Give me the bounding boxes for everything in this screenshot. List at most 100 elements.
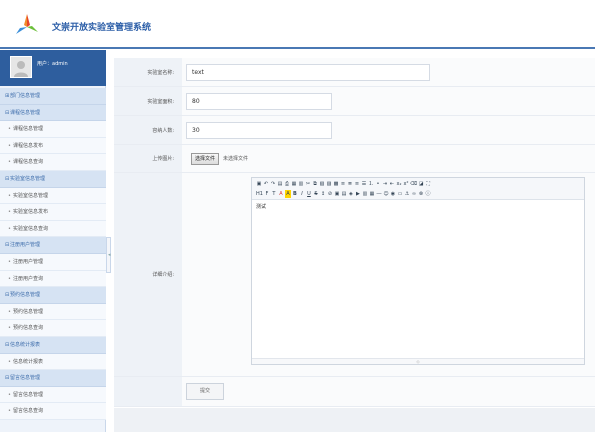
horizontal-rule-icon[interactable]: ― xyxy=(376,190,382,198)
sidebar-item-label: 注册用户管理 xyxy=(13,258,44,265)
unlink-icon[interactable]: ⊗ xyxy=(418,190,424,198)
lab-area-input[interactable]: 80 xyxy=(186,92,332,110)
outdent-icon[interactable]: ⇤ xyxy=(389,180,395,188)
sidebar-section[interactable]: ⊟课程信息管理 xyxy=(0,104,106,122)
editor-toolbar: ▣ ↶ ↷ ▤ ⎙ ▦ ▥ ✂ ⧉ ▧ ▨ ▩ ≡ ≣ ≡ ☰ ⒈ • ⇥ ⇤ … xyxy=(252,178,584,200)
font-size-icon[interactable]: T xyxy=(271,190,277,198)
superscript-icon[interactable]: x² xyxy=(403,180,409,188)
sidebar-toggle[interactable]: ◂ xyxy=(106,237,111,273)
sidebar-item[interactable]: • 课程信息查询 xyxy=(0,154,106,171)
preview-icon[interactable]: ▤ xyxy=(277,180,283,188)
table-icon[interactable]: ▦ xyxy=(369,190,375,198)
rich-text-editor: ▣ ↶ ↷ ▤ ⎙ ▦ ▥ ✂ ⧉ ▧ ▨ ▩ ≡ ≣ ≡ ☰ ⒈ • ⇥ ⇤ … xyxy=(251,177,585,365)
sidebar-section[interactable]: ⊞部门信息管理 xyxy=(0,88,106,105)
sidebar-item[interactable]: • 课程信息管理 xyxy=(0,121,106,138)
background-color-icon[interactable]: A xyxy=(284,190,291,198)
align-justify-icon[interactable]: ☰ xyxy=(361,180,367,188)
font-color-icon[interactable]: A xyxy=(278,190,284,198)
indent-icon[interactable]: ⇥ xyxy=(382,180,388,188)
underline-icon[interactable]: U xyxy=(306,190,312,198)
about-icon[interactable]: ⓘ xyxy=(425,190,431,198)
sidebar-item[interactable]: • 注册用户管理 xyxy=(0,253,106,271)
subscript-icon[interactable]: x₂ xyxy=(396,180,402,188)
emoticon-icon[interactable]: ☺ xyxy=(383,190,389,198)
template-icon[interactable]: ▦ xyxy=(291,180,297,188)
remove-format-icon[interactable]: ⊘ xyxy=(327,190,333,198)
align-left-icon[interactable]: ≡ xyxy=(340,180,346,188)
sidebar-section[interactable]: ⊟留言信息管理 xyxy=(0,370,106,387)
editor-toolbar-row-2: H1 F T A A B I U S ↕ ⊘ ▣ ▤ ◈ ▶ ▥ ▦ ― ☺ ◉… xyxy=(256,190,431,199)
source-icon[interactable]: ▣ xyxy=(256,180,262,188)
link-icon[interactable]: ∞ xyxy=(411,190,417,198)
sidebar-item-label: 留言信息管理 xyxy=(13,391,44,398)
sidebar-section-label: 注册用户管理 xyxy=(10,242,41,249)
media-icon[interactable]: ▶ xyxy=(355,190,361,198)
sidebar-item-label: 信息统计报表 xyxy=(13,358,44,365)
submit-button[interactable]: 提交 xyxy=(186,383,224,400)
image-icon[interactable]: ▣ xyxy=(334,190,340,198)
capacity-input[interactable]: 30 xyxy=(186,121,332,139)
sidebar-item[interactable]: • 实验室信息发布 xyxy=(0,204,106,221)
sidebar-item[interactable]: • 实验室信息查询 xyxy=(0,220,106,238)
form-row-submit: 提交 xyxy=(114,377,595,407)
sidebar-item[interactable]: • 预约信息查询 xyxy=(0,320,106,337)
lab-name-label: 实验室名称: xyxy=(114,58,182,86)
form-row-lab-area: 实验室面积: 80 xyxy=(114,87,595,116)
sidebar-section[interactable]: ⊟预约信息管理 xyxy=(0,287,106,304)
ordered-list-icon[interactable]: ⒈ xyxy=(368,180,374,188)
collapse-arrow-icon: ◂ xyxy=(108,252,111,258)
paste-icon[interactable]: ▧ xyxy=(319,180,325,188)
user-panel: 用户：admin xyxy=(0,50,106,86)
sidebar-item[interactable]: • 实验室信息管理 xyxy=(0,187,106,205)
insert-file-icon[interactable]: ▥ xyxy=(362,190,368,198)
app-title: 文崇开放实验室管理系统 xyxy=(52,23,152,33)
paste-text-icon[interactable]: ▨ xyxy=(326,180,332,188)
sidebar-item[interactable]: • 留言信息管理 xyxy=(0,386,106,404)
sidebar-item-label: 预约信息查询 xyxy=(13,325,44,332)
unordered-list-icon[interactable]: • xyxy=(375,180,381,188)
italic-icon[interactable]: I xyxy=(299,190,305,198)
fullscreen-icon[interactable]: ⛶ xyxy=(425,180,431,188)
choose-file-button[interactable]: 选择文件 xyxy=(191,152,220,165)
page-break-icon[interactable]: ▭ xyxy=(397,190,403,198)
sidebar-item[interactable]: • 信息统计报表 xyxy=(0,353,106,371)
heading-icon[interactable]: H1 xyxy=(256,190,263,198)
line-height-icon[interactable]: ↕ xyxy=(320,190,326,198)
sidebar-item[interactable]: • 课程信息发布 xyxy=(0,137,106,155)
paste-word-icon[interactable]: ▩ xyxy=(333,180,339,188)
form-row-capacity: 容纳人数: 30 xyxy=(114,116,595,145)
sidebar-item-label: 留言信息查询 xyxy=(13,408,44,415)
sidebar-section[interactable]: ⊟信息统计报表 xyxy=(0,336,106,354)
redo-icon[interactable]: ↷ xyxy=(270,180,276,188)
sidebar-item[interactable]: • 注册用户查询 xyxy=(0,270,106,288)
print-icon[interactable]: ⎙ xyxy=(284,180,290,188)
sidebar-item[interactable]: • 留言信息查询 xyxy=(0,403,106,420)
editor-content[interactable]: 测试 xyxy=(252,200,584,213)
multi-image-icon[interactable]: ▤ xyxy=(341,190,347,198)
header-divider xyxy=(0,47,595,49)
strikethrough-icon[interactable]: S xyxy=(313,190,319,198)
map-icon[interactable]: ◉ xyxy=(390,190,396,198)
editor-toolbar-row-1: ▣ ↶ ↷ ▤ ⎙ ▦ ▥ ✂ ⧉ ▧ ▨ ▩ ≡ ≣ ≡ ☰ ⒈ • ⇥ ⇤ … xyxy=(256,180,431,189)
flash-icon[interactable]: ◈ xyxy=(348,190,354,198)
editor-resize-bar[interactable]: ◇ xyxy=(252,358,584,364)
cut-icon[interactable]: ✂ xyxy=(305,180,311,188)
anchor-icon[interactable]: ⚓ xyxy=(404,190,410,198)
undo-icon[interactable]: ↶ xyxy=(263,180,269,188)
sidebar-item-label: 实验室信息查询 xyxy=(13,225,49,232)
sidebar-section[interactable]: ⊟实验室信息管理 xyxy=(0,170,106,188)
sidebar-item[interactable]: • 预约信息管理 xyxy=(0,303,106,321)
copy-icon[interactable]: ⧉ xyxy=(312,180,318,188)
lab-name-input[interactable]: text xyxy=(186,63,430,81)
bold-icon[interactable]: B xyxy=(292,190,298,198)
select-all-icon[interactable]: ◪ xyxy=(418,180,424,188)
footer-band xyxy=(114,408,595,432)
sidebar-section-label: 课程信息管理 xyxy=(10,109,41,116)
sidebar-section[interactable]: ⊟注册用户管理 xyxy=(0,237,106,254)
sidebar: 用户：admin ⊞部门信息管理 ⊟课程信息管理 • 课程信息管理 • 课程信息发布 • 课程… xyxy=(0,50,106,432)
align-right-icon[interactable]: ≡ xyxy=(354,180,360,188)
clear-format-icon[interactable]: ⌫ xyxy=(410,180,417,188)
code-icon[interactable]: ▥ xyxy=(298,180,304,188)
align-center-icon[interactable]: ≣ xyxy=(347,180,353,188)
font-family-icon[interactable]: F xyxy=(264,190,270,198)
